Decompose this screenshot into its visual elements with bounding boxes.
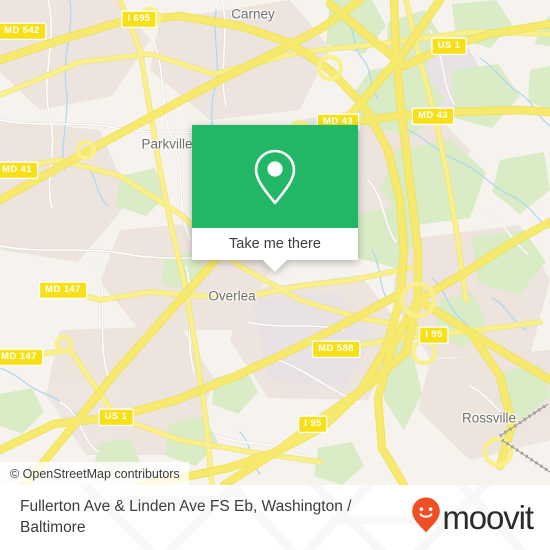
station-title: Fullerton Ave & Linden Ave FS Eb, Washin… [20,498,352,536]
place-label-parkville: Parkville [141,136,193,152]
map-viewport[interactable]: .rd { fill:none; stroke:#f6ea72; stroke-… [0,0,550,485]
road-shield-md-43-east: MD 43 [412,107,454,125]
place-label-rossville: Rossville [461,410,517,426]
road-shield-md-147-north: MD 147 [39,281,87,299]
road-shield-us-1-north: US 1 [431,37,467,55]
map-pin-icon [252,148,298,206]
take-me-there-label: Take me there [229,236,321,252]
moovit-smiley-pin-icon [411,496,441,539]
road-shield-md-542: MD 542 [0,22,46,40]
moovit-wordmark: moovit [442,498,534,536]
moovit-logo[interactable]: moovit [411,497,534,536]
footer-content: Fullerton Ave & Linden Ave FS Eb, Washin… [0,485,550,550]
footer-bar: Fullerton Ave & Linden Ave FS Eb, Washin… [0,485,550,550]
popup-pointer-tail [263,260,287,272]
take-me-there-button[interactable]: Take me there [192,228,358,260]
road-shield-i-695: I 695 [121,10,157,28]
destination-popup[interactable]: Take me there [192,125,358,272]
map-attribution[interactable]: © OpenStreetMap contributors [0,462,189,485]
place-label-overlea: Overlea [208,288,256,304]
moovit-station-map-page: .rd { fill:none; stroke:#f6ea72; stroke-… [0,0,550,550]
road-shield-i-95-south: I 95 [298,415,328,433]
road-shield-i-95-east: I 95 [419,326,449,344]
road-shield-md-41: MD 41 [0,161,38,179]
road-shield-md-588: MD 588 [312,340,360,358]
place-label-carney: Carney [231,6,275,22]
popup-header [192,125,358,228]
road-shield-us-1-south: US 1 [98,408,134,426]
attribution-text: © OpenStreetMap contributors [10,466,180,481]
road-shield-md-147-south: MD 147 [0,348,43,366]
